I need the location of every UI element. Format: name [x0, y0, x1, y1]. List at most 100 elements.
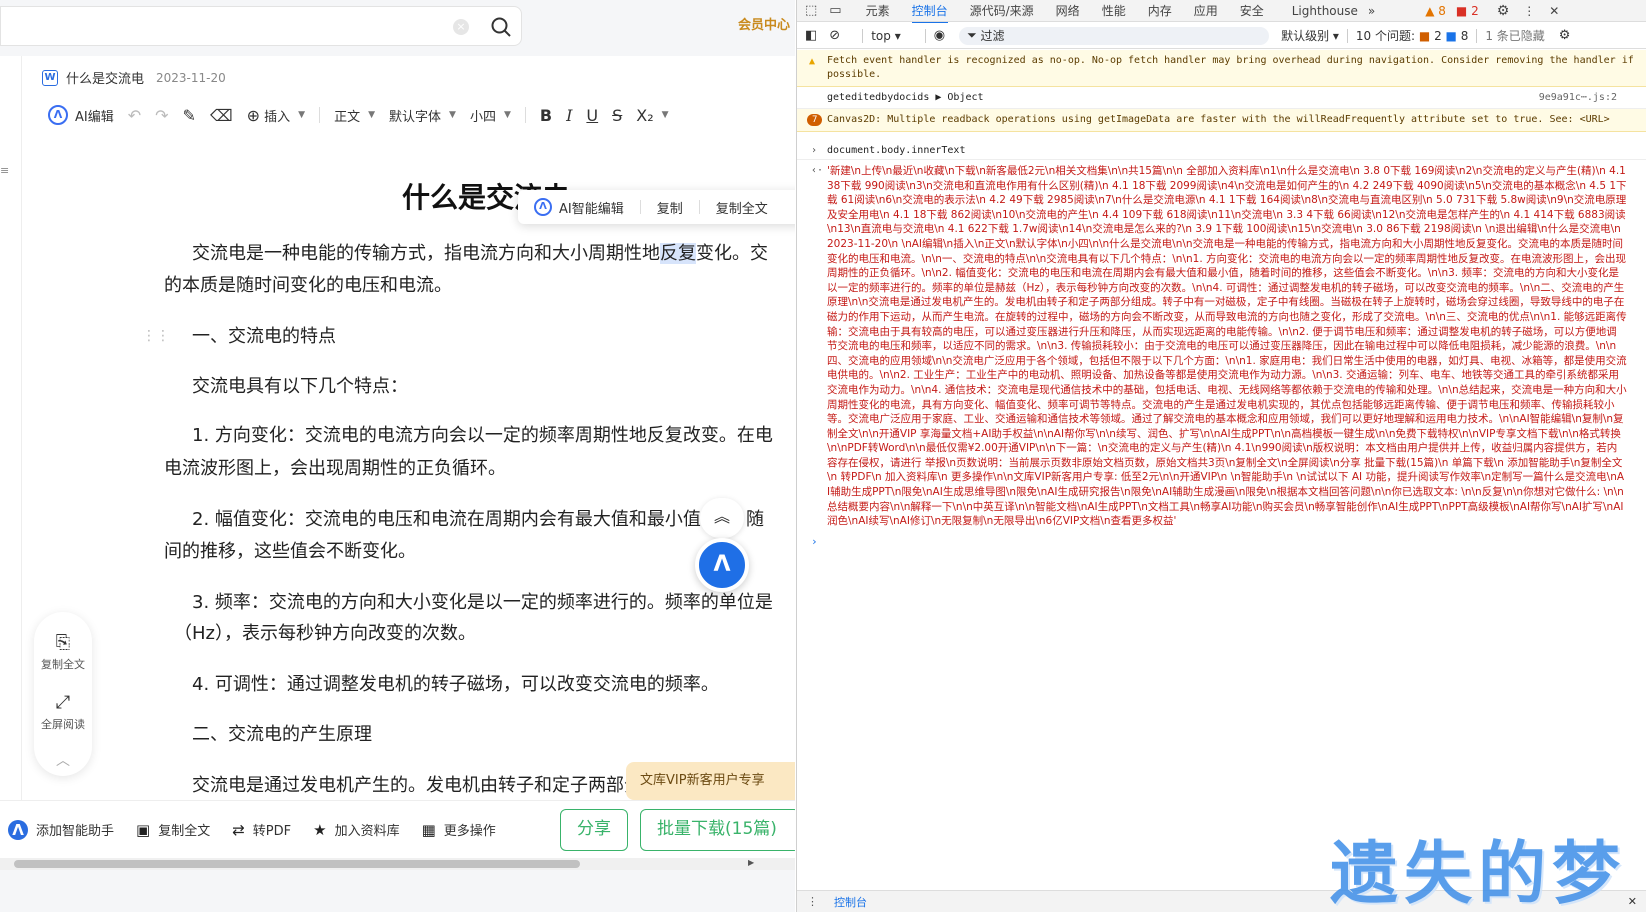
share-button[interactable]: 分享 — [560, 809, 628, 851]
ai-logo-icon: Λ — [713, 552, 731, 577]
repeat-count-badge: 7 — [807, 114, 823, 126]
device-toolbar-icon[interactable]: ▭ — [829, 3, 841, 18]
inspect-element-icon[interactable]: ⬚ — [805, 3, 817, 18]
log-level-value: 默认级别 — [1281, 29, 1330, 43]
left-sidebar-strip: ≡ — [0, 56, 22, 838]
document-viewer: × 会员中心 ≡ W 什么是交流电 2023-11-20 Λ AI编辑 ↶ ↷ ✎… — [0, 0, 795, 912]
warning-count-badge[interactable]: ▲ 8 — [1425, 4, 1446, 18]
console-command[interactable]: › document.body.innerText — [797, 140, 1646, 160]
error-count-badge[interactable]: ■ 2 — [1456, 4, 1479, 18]
tab-network[interactable]: 网络 — [1056, 2, 1080, 19]
heading[interactable]: 二、交流电的产生原理 — [192, 719, 372, 751]
drawer-menu-icon[interactable]: ⋮ — [807, 895, 818, 908]
to-pdf-button[interactable]: ⇄ 转PDF — [232, 820, 291, 840]
tab-application[interactable]: 应用 — [1194, 2, 1218, 19]
list-item[interactable]: 间的推移，这些值会不断变化。 — [164, 536, 416, 568]
console-prompt[interactable]: › — [797, 533, 1646, 551]
tab-lighthouse[interactable]: Lighthouse — [1292, 4, 1358, 18]
selection-popup: Λ AI智能编辑 复制 复制全文 — [518, 190, 795, 224]
copy-all-button[interactable]: 复制全文 — [716, 198, 768, 217]
member-center-link[interactable]: 会员中心 — [738, 14, 790, 33]
console-result[interactable]: ‹· '新建\n上传\n最近\n收藏\n下载\n新客最低2元\n相关文档集\n\n… — [797, 160, 1646, 533]
eye-icon[interactable]: ◉ — [934, 28, 945, 43]
copy-all-button[interactable]: ▣ 复制全文 — [136, 820, 210, 840]
tab-performance[interactable]: 性能 — [1102, 2, 1126, 19]
scroll-top-button[interactable]: ︽ — [700, 498, 744, 538]
list-item[interactable]: 1. 方向变化：交流电的电流方向会以一定的频率周期性地反复改变。在电 — [192, 420, 773, 452]
copy-button[interactable]: 复制 — [657, 198, 683, 217]
close-devtools-icon[interactable]: ✕ — [1549, 4, 1559, 18]
source-link[interactable]: 9e9a91c⋯.js:2 — [1539, 91, 1617, 105]
paragraph[interactable]: 交流电是通过发电机产生的。发电机由转子和定子两部分 — [192, 770, 642, 802]
issues-info-icon: ■ — [1445, 29, 1457, 43]
devtools-panel: ⬚ ▭ 元素 控制台 源代码/来源 网络 性能 内存 应用 安全 Lightho… — [796, 0, 1646, 912]
paragraph[interactable]: 交流电是一种电能的传输方式，指电流方向和大小周期性地反复变化。交 — [192, 238, 768, 270]
filter-input[interactable]: ⏷ 过滤 — [959, 26, 1270, 45]
chevron-up-icon: ︿ — [56, 753, 70, 769]
clear-search-icon[interactable]: × — [453, 19, 469, 35]
console-message-text: geteditedbydocids ▶ Object — [827, 92, 984, 103]
screen: × 会员中心 ≡ W 什么是交流电 2023-11-20 Λ AI编辑 ↶ ↷ ✎… — [0, 0, 1646, 912]
divider — [924, 28, 926, 43]
console-warning[interactable]: 7 Canvas2D: Multiple readback operations … — [797, 109, 1646, 132]
console-warning[interactable]: ▲ Fetch event handler is recognized as no… — [797, 50, 1646, 87]
ai-logo-icon: Λ — [8, 819, 28, 840]
filter-icon: ⏷ — [967, 28, 981, 42]
search-icon[interactable] — [489, 15, 513, 39]
horizontal-scrollbar[interactable]: ▶ — [0, 858, 795, 870]
double-chevron-up-icon: ︽ — [713, 507, 730, 526]
tab-sources[interactable]: 源代码/来源 — [970, 2, 1034, 19]
warning-count: 8 — [1438, 3, 1446, 18]
clear-console-icon[interactable]: ⊘ — [829, 28, 840, 43]
error-count: 2 — [1471, 3, 1479, 18]
list-item[interactable]: 4. 可调性：通过调整发电机的转子磁场，可以改变交流电的频率。 — [192, 669, 719, 701]
log-level-select[interactable]: 默认级别 ▾ — [1281, 27, 1339, 44]
list-item[interactable]: （Hz），表示每秒钟方向改变的次数。 — [174, 618, 476, 650]
heading[interactable]: 一、交流电的特点 — [192, 321, 336, 353]
float-copy-all-button[interactable]: ⎘ 复制全文 — [34, 632, 92, 672]
tab-security[interactable]: 安全 — [1240, 2, 1264, 19]
devtools-tabbar: ⬚ ▭ 元素 控制台 源代码/来源 网络 性能 内存 应用 安全 Lightho… — [797, 0, 1646, 24]
float-fullscreen-button[interactable]: ⤢ 全屏阅读 — [34, 692, 92, 732]
close-drawer-icon[interactable]: ✕ — [1628, 895, 1637, 908]
scrollbar-thumb[interactable] — [14, 860, 580, 868]
add-library-button[interactable]: ★ 加入资料库 — [313, 820, 399, 840]
text-run: 变化。交 — [696, 243, 768, 264]
tab-memory[interactable]: 内存 — [1148, 2, 1172, 19]
console-settings-gear-icon[interactable]: ⚙ — [1559, 28, 1571, 43]
scroll-right-icon[interactable]: ▶ — [748, 858, 754, 867]
list-item[interactable]: 3. 频率：交流电的方向和大小变化是以一定的频率进行的。频率的单位是 — [192, 587, 773, 619]
list-item[interactable]: 随 — [746, 504, 764, 536]
ai-smart-edit-button[interactable]: Λ AI智能编辑 — [534, 198, 624, 217]
add-assistant-button[interactable]: Λ 添加智能助手 — [8, 819, 114, 840]
selected-text: 反复 — [660, 243, 696, 264]
more-actions-button[interactable]: ▦ 更多操作 — [422, 820, 496, 840]
vip-promo-banner[interactable]: 文库VIP新客用户专享 — [626, 762, 795, 800]
more-actions-label: 更多操作 — [443, 824, 496, 839]
bottom-action-bar: Λ 添加智能助手 ▣ 复制全文 ⇄ 转PDF ★ 加入资料库 ▦ 更多操作 分享 批量下载… — [0, 800, 795, 858]
float-collapse-button[interactable]: ︿ — [34, 750, 92, 772]
text-run: 交流电是一种电能的传输方式，指电流方向和大小周期性地 — [192, 243, 660, 264]
more-vertical-icon[interactable]: ⋮ — [1523, 4, 1535, 18]
console-log[interactable]: geteditedbydocids ▶ Object 9e9a91c⋯.js:2 — [797, 87, 1646, 109]
gear-icon[interactable]: ⚙ — [1497, 3, 1510, 19]
ai-assistant-bubble[interactable]: Λ — [695, 538, 749, 592]
result-text[interactable]: '新建\n上传\n最近\n收藏\n下载\n新客最低2元\n相关文档集\n\n共1… — [827, 164, 1637, 529]
drag-handle-icon[interactable]: ⋮⋮ — [142, 328, 170, 344]
search-box[interactable]: × — [0, 6, 522, 46]
paragraph[interactable]: 的本质是随时间变化的电压和电流。 — [164, 270, 452, 302]
drawer-tab-console[interactable]: 控制台 — [834, 894, 867, 910]
paragraph[interactable]: 交流电具有以下几个特点： — [192, 371, 408, 403]
issues-button[interactable]: 10 个问题: ■ 2 ■ 8 — [1356, 27, 1468, 44]
sidebar-toggle-icon[interactable]: ◧ — [805, 28, 817, 43]
tab-console[interactable]: 控制台 — [911, 2, 948, 24]
context-select[interactable]: top ▾ — [871, 29, 901, 43]
result-arrow-icon: ‹· — [811, 165, 824, 176]
sidebar-handle-icon[interactable]: ≡ — [0, 164, 9, 177]
tab-elements[interactable]: 元素 — [866, 2, 890, 19]
context-value: top — [871, 28, 891, 43]
batch-download-button[interactable]: 批量下载(15篇) — [640, 809, 795, 851]
list-item[interactable]: 2. 幅值变化：交流电的电压和电流在周期内会有最大值和最小值 — [192, 504, 701, 536]
list-item[interactable]: 电流波形图上，会出现周期性的正负循环。 — [164, 453, 506, 485]
more-tabs-icon[interactable]: » — [1368, 4, 1375, 18]
